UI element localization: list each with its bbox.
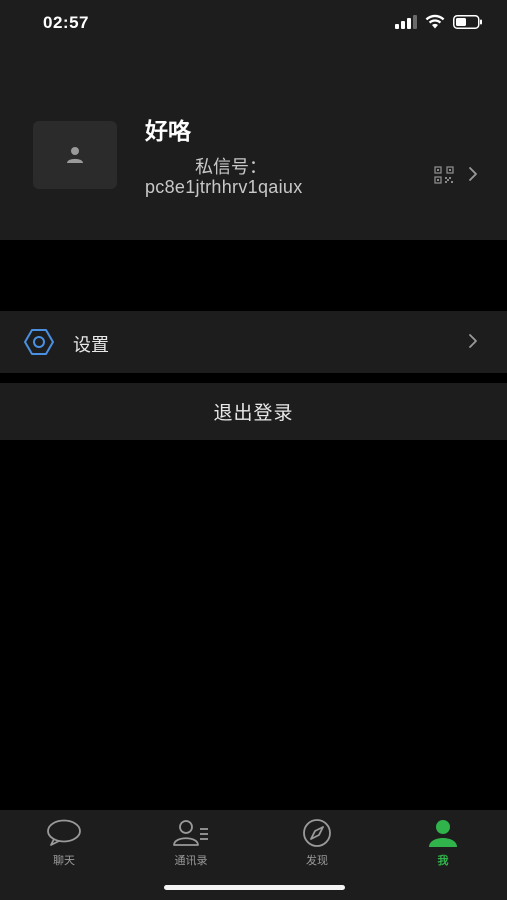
chevron-right-icon: [469, 334, 477, 348]
tab-label-contacts: 通讯录: [174, 854, 208, 867]
settings-label: 设置: [73, 335, 109, 356]
tab-me[interactable]: 我: [393, 818, 493, 868]
cellular-signal-icon: [395, 14, 417, 29]
profile-card[interactable]: 好咯 私信号： pc8e1jtrhhrv1qaiux: [0, 44, 507, 240]
home-indicator: [164, 885, 345, 890]
tab-label-chat: 聊天: [53, 854, 75, 867]
tab-chat[interactable]: 聊天: [14, 818, 114, 868]
default-avatar-person-icon: [67, 147, 83, 163]
person-icon: [429, 820, 457, 847]
qr-code-icon[interactable]: [434, 166, 454, 184]
compass-icon: [303, 819, 331, 847]
battery-icon: [453, 14, 482, 29]
chat-id-label: 私信号：: [195, 157, 267, 178]
settings-row[interactable]: 设置: [0, 311, 507, 373]
profile-nickname: 好咯: [145, 119, 191, 145]
tab-discover[interactable]: 发现: [267, 818, 367, 868]
status-bar: 02:57: [0, 0, 507, 44]
logout-label: 退出登录: [213, 402, 294, 424]
status-time: 02:57: [43, 13, 89, 32]
tab-contacts[interactable]: 通讯录: [141, 818, 241, 868]
status-icons: [395, 14, 483, 29]
tab-label-discover: 发现: [306, 854, 328, 867]
wifi-icon: [425, 14, 445, 29]
logout-button[interactable]: 退出登录: [0, 383, 507, 440]
chevron-right-icon: [469, 167, 477, 181]
contacts-icon: [173, 820, 208, 846]
chat-bubble-icon: [47, 819, 81, 846]
tab-label-me: 我: [437, 854, 449, 867]
chat-id-value: pc8e1jtrhhrv1qaiux: [145, 177, 303, 197]
avatar[interactable]: [33, 121, 117, 189]
gear-icon: [24, 329, 54, 355]
